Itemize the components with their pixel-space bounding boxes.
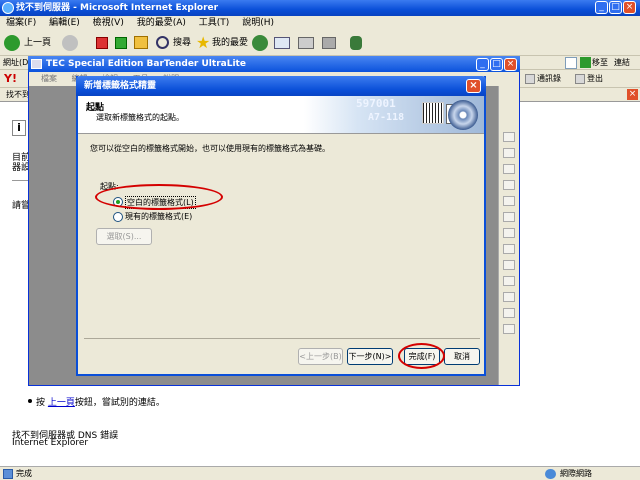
addressbook-icon bbox=[525, 74, 535, 84]
cancel-button[interactable]: 取消 bbox=[444, 348, 480, 365]
side-tool-button[interactable] bbox=[503, 228, 515, 238]
menu-view[interactable]: 檢視(V) bbox=[93, 18, 124, 28]
mail-icon[interactable] bbox=[274, 37, 290, 49]
menu-help[interactable]: 說明(H) bbox=[242, 18, 274, 28]
side-tool-button[interactable] bbox=[503, 132, 515, 142]
print-icon[interactable] bbox=[298, 37, 314, 49]
back-button[interactable]: 上一頁 bbox=[24, 34, 51, 52]
next-step-button[interactable]: 下一步(N)> bbox=[347, 348, 393, 365]
banner-number: 597001 bbox=[356, 97, 396, 110]
info-icon: i bbox=[12, 120, 26, 136]
tab-close-icon[interactable]: × bbox=[627, 89, 638, 100]
search-icon[interactable] bbox=[156, 36, 169, 49]
bt-menu-file[interactable]: 檔案 bbox=[41, 74, 57, 83]
wizard-title: 新增標籤格式精靈 bbox=[84, 81, 157, 91]
wizard-description: 您可以從空白的標籤格式開始，也可以使用現有的標籤格式為基礎。 bbox=[90, 144, 330, 153]
bartender-title: TEC Special Edition BarTender UltraLite bbox=[46, 59, 246, 69]
side-tool-button[interactable] bbox=[503, 244, 515, 254]
annotation-ellipse bbox=[95, 184, 223, 210]
back-step-button[interactable]: <上一步(B) bbox=[298, 348, 343, 365]
banner-subtitle: 選取新標籤格式的起點。 bbox=[96, 113, 184, 122]
wizard-close-button[interactable]: × bbox=[466, 79, 481, 93]
existing-format-radio[interactable] bbox=[113, 212, 123, 222]
address-dropdown[interactable] bbox=[565, 57, 577, 69]
annotation-ellipse bbox=[398, 343, 445, 369]
barcode-icon bbox=[422, 102, 444, 124]
existing-format-label[interactable]: 現有的標籤格式(E) bbox=[125, 211, 192, 222]
ie-window-title: 找不到伺服器 - Microsoft Internet Explorer bbox=[16, 3, 219, 13]
select-button[interactable]: 選取(S)... bbox=[96, 228, 152, 245]
home-icon[interactable] bbox=[134, 36, 148, 49]
ie-title-bar: 找不到伺服器 - Microsoft Internet Explorer bbox=[0, 0, 640, 16]
internet-zone-icon bbox=[545, 469, 556, 479]
status-bar: 完成 網際網路 bbox=[0, 466, 640, 480]
bottom-hint: 按 上一頁按鈕，嘗試別的連結。 bbox=[36, 398, 165, 408]
wizard-banner: 起點 選取新標籤格式的起點。 597001 A7-118 bbox=[78, 96, 484, 134]
bartender-side-toolbar bbox=[498, 86, 519, 385]
messenger-icon[interactable] bbox=[350, 36, 362, 50]
side-tool-button[interactable] bbox=[503, 180, 515, 190]
side-tool-button[interactable] bbox=[503, 308, 515, 318]
zone-text: 網際網路 bbox=[560, 469, 592, 478]
bartender-minimize-button[interactable]: _ bbox=[476, 58, 489, 71]
yahoo-logo-icon[interactable]: Y! bbox=[4, 70, 17, 88]
bartender-app-icon bbox=[31, 59, 42, 69]
ie-app-icon bbox=[2, 2, 14, 14]
go-button[interactable]: 移至 bbox=[592, 56, 608, 70]
edit-icon[interactable] bbox=[322, 37, 336, 49]
favorites-star-icon[interactable]: ★ bbox=[196, 34, 210, 52]
favorites-button[interactable]: 我的最愛 bbox=[212, 34, 248, 52]
page-tab[interactable]: 找不到 bbox=[6, 88, 30, 101]
side-tool-button[interactable] bbox=[503, 260, 515, 270]
close-button[interactable]: × bbox=[623, 1, 636, 14]
side-tool-button[interactable] bbox=[503, 324, 515, 334]
banner-number: A7-118 bbox=[368, 112, 405, 123]
go-arrow-icon[interactable] bbox=[580, 57, 591, 68]
menu-favorites[interactable]: 我的最愛(A) bbox=[137, 18, 186, 28]
wizard-title-bar: 新增標籤格式精靈 bbox=[76, 76, 486, 96]
back-arrow-icon[interactable] bbox=[4, 35, 20, 51]
side-tool-button[interactable] bbox=[503, 148, 515, 158]
addressbook-link[interactable]: 通訊錄 bbox=[537, 70, 561, 88]
links-label[interactable]: 連結 bbox=[614, 56, 630, 70]
search-button[interactable]: 搜尋 bbox=[173, 34, 191, 52]
side-tool-button[interactable] bbox=[503, 292, 515, 302]
bartender-maximize-button[interactable]: □ bbox=[490, 58, 503, 71]
maximize-button[interactable]: □ bbox=[609, 1, 622, 14]
bullet bbox=[28, 399, 32, 403]
minimize-button[interactable]: _ bbox=[595, 1, 608, 14]
page-status-icon bbox=[3, 469, 13, 479]
back-link[interactable]: 上一頁 bbox=[48, 398, 75, 408]
error-footer-app: Internet Explorer bbox=[12, 438, 89, 448]
dialog-separator bbox=[84, 338, 480, 339]
signout-icon bbox=[575, 74, 585, 84]
side-tool-button[interactable] bbox=[503, 212, 515, 222]
status-text: 完成 bbox=[16, 469, 32, 478]
menu-tools[interactable]: 工具(T) bbox=[199, 18, 230, 28]
stop-icon[interactable] bbox=[96, 37, 108, 49]
ie-toolbar: 上一頁 搜尋 ★ 我的最愛 bbox=[0, 30, 640, 56]
side-tool-button[interactable] bbox=[503, 164, 515, 174]
bartender-title-bar: TEC Special Edition BarTender UltraLite bbox=[28, 56, 520, 72]
ie-menu-bar: 檔案(F) 編輯(E) 檢視(V) 我的最愛(A) 工具(T) 說明(H) bbox=[0, 16, 640, 30]
disc-icon bbox=[448, 100, 478, 130]
history-icon[interactable] bbox=[252, 35, 268, 51]
side-tool-button[interactable] bbox=[503, 276, 515, 286]
menu-file[interactable]: 檔案(F) bbox=[6, 18, 36, 28]
barcode-label-graphic: 597001 A7-118 bbox=[304, 96, 484, 133]
bartender-close-button[interactable]: × bbox=[504, 58, 517, 71]
signout-link[interactable]: 登出 bbox=[587, 70, 603, 88]
refresh-icon[interactable] bbox=[115, 37, 127, 49]
forward-arrow-icon[interactable] bbox=[62, 35, 78, 51]
side-tool-button[interactable] bbox=[503, 196, 515, 206]
menu-edit[interactable]: 編輯(E) bbox=[49, 18, 80, 28]
